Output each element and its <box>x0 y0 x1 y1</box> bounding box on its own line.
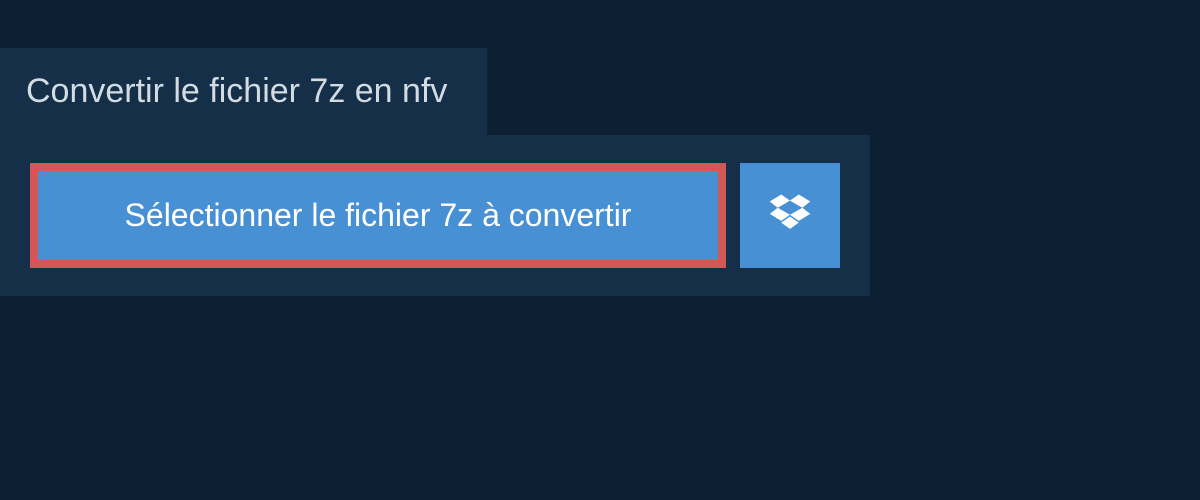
page-title: Convertir le fichier 7z en nfv <box>26 72 447 110</box>
upload-panel: Sélectionner le fichier 7z à convertir <box>0 135 870 296</box>
dropbox-icon <box>768 191 812 240</box>
select-file-label: Sélectionner le fichier 7z à convertir <box>125 197 632 233</box>
page-title-tab: Convertir le fichier 7z en nfv <box>0 48 487 135</box>
dropbox-button[interactable] <box>740 163 840 268</box>
select-file-button[interactable]: Sélectionner le fichier 7z à convertir <box>30 163 726 268</box>
